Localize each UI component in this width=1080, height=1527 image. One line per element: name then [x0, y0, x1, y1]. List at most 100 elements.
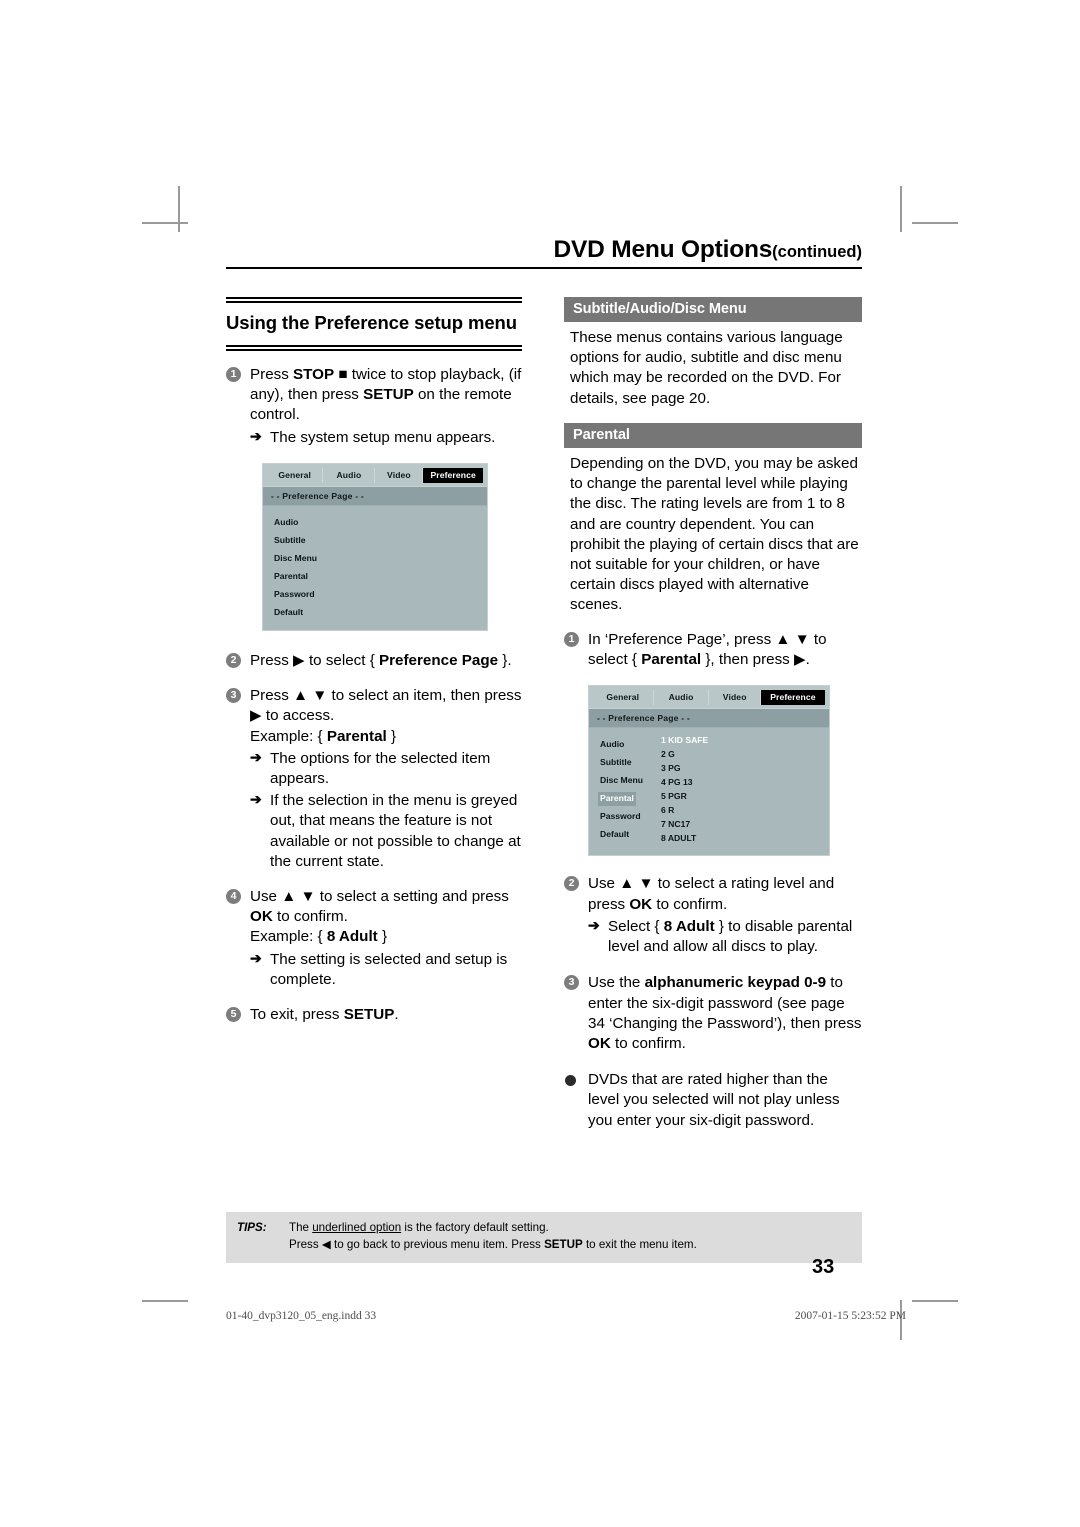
emphasis-text: OK [250, 908, 273, 926]
osd-tab-audio[interactable]: Audio [323, 467, 376, 483]
step-result-line: ➔ The system setup menu appears. [250, 428, 522, 448]
osd-menu-screenshot-preference-page: General Audio Video Preference - - Preferenc… [262, 462, 488, 631]
osd-item-parental[interactable]: Parental [598, 792, 636, 806]
osd-item-row: Parental [272, 566, 319, 584]
osd-rating-value[interactable]: 8 ADULT [661, 832, 708, 846]
osd-rating-value[interactable]: 1 KID SAFE [661, 734, 708, 748]
right-steps-list: 1 In ‘Preference Page’, press ▲ ▼ to sele… [564, 630, 862, 1147]
osd-tab-bar: General Audio Video Preference [263, 463, 487, 486]
osd-tab-preference[interactable]: Preference [423, 467, 483, 483]
body-text: DVDs that are rated higher than the leve… [588, 1071, 840, 1129]
footer-timestamp: 2007-01-15 5:23:52 PM [794, 1310, 906, 1322]
tips-line1-post: is the factory default setting. [401, 1221, 549, 1234]
osd-item-audio[interactable]: Audio [598, 738, 626, 752]
instruction-step: 1 In ‘Preference Page’, press ▲ ▼ to sele… [564, 630, 862, 670]
osd-item-subtitle[interactable]: Subtitle [598, 756, 634, 770]
body-text: Press ▶ to select { [250, 651, 380, 669]
osd-menu-screenshot-parental-ratings: General Audio Video Preference - - Preferenc… [588, 685, 830, 857]
osd-tab-video[interactable]: Video [709, 690, 761, 706]
osd-item-subtitle[interactable]: Subtitle [272, 534, 308, 548]
osd-item-list: Audio Subtitle Disc Menu Parental Password De… [589, 728, 829, 845]
emphasis-text: Parental [326, 727, 387, 745]
step-result-text: The options for the selected item appear… [270, 749, 491, 787]
emphasis-text: SETUP [363, 386, 414, 404]
osd-rating-value[interactable]: 3 PG [661, 762, 708, 776]
osd-tab-audio[interactable]: Audio [654, 690, 710, 706]
step-text: Press ▶ to select { Preference Page }. [250, 651, 522, 671]
step-result-line: ➔ The setting is selected and setup is co… [250, 950, 522, 990]
emphasis-text: OK [588, 1034, 611, 1052]
tips-line1-pre: The [289, 1221, 313, 1234]
emphasis-text: 8 Adult [663, 917, 715, 935]
osd-page-bar: - - Preference Page - - [589, 708, 829, 729]
osd-tab-video[interactable]: Video [375, 467, 424, 483]
osd-item-row: Disc Menu [272, 548, 319, 566]
page-number: 33 [812, 1256, 835, 1278]
section-header-bar: Parental [564, 422, 862, 448]
emphasis-text: 8 Adult [326, 928, 378, 946]
osd-item-row: Parental [598, 788, 645, 806]
osd-tab-preference[interactable]: Preference [760, 690, 825, 706]
tips-line-2: Press ◀ to go back to previous menu item… [289, 1237, 697, 1254]
osd-item-default[interactable]: Default [598, 828, 631, 842]
step-result-text: The setting is selected and setup is com… [270, 950, 508, 988]
body-text: }. [498, 651, 512, 669]
osd-item-row: Subtitle [598, 752, 645, 770]
osd-rating-value[interactable]: 4 PG 13 [661, 776, 708, 790]
osd-item-audio[interactable]: Audio [272, 516, 300, 530]
osd-item-row: Password [598, 806, 645, 824]
osd-item-password[interactable]: Password [272, 588, 317, 602]
arrow-right-icon: ➔ [250, 748, 262, 765]
arrow-right-icon: ➔ [588, 916, 600, 933]
instruction-step: 2 Press ▶ to select { Preference Page }. [226, 651, 522, 671]
tips-line1-underlined: underlined option [312, 1221, 402, 1234]
tips-box: TIPS: The underlined option is the facto… [226, 1212, 862, 1263]
step-number-badge: 3 [226, 688, 241, 704]
arrow-right-icon: ➔ [250, 427, 262, 444]
step-text: Use ▲ ▼ to select a setting and press OK… [250, 887, 522, 948]
crop-mark-top-right-vertical [900, 186, 902, 232]
step-result-line: ➔ Select { 8 Adult } to disable parental … [588, 917, 862, 957]
body-text: Example: { [250, 727, 327, 745]
osd-bottom-padding [589, 845, 829, 855]
step-text: Press ▲ ▼ to select an item, then press … [250, 686, 522, 747]
crop-mark-top-left-vertical [178, 186, 180, 232]
osd-rating-value[interactable]: 7 NC17 [661, 818, 708, 832]
step-number-badge: 2 [564, 876, 579, 892]
two-column-layout: Using the Preference setup menu 1 Press S… [226, 297, 862, 1147]
body-text: . [394, 1006, 399, 1024]
body-text: } [386, 727, 397, 745]
osd-item-disc-menu[interactable]: Disc Menu [272, 552, 319, 566]
step-number-badge: 3 [564, 975, 579, 991]
page-title: DVD Menu Options [553, 236, 773, 263]
step-result-text: The system setup menu appears. [270, 428, 496, 446]
osd-tab-general[interactable]: General [593, 690, 654, 706]
step-text: DVDs that are rated higher than the leve… [588, 1070, 862, 1131]
osd-rating-value[interactable]: 2 G [661, 748, 708, 762]
osd-tab-general[interactable]: General [267, 467, 324, 483]
running-head-continued: (continued) [772, 243, 862, 261]
right-sections-list: Subtitle/Audio/Disc Menu These menus cont… [564, 297, 862, 616]
left-column: Using the Preference setup menu 1 Press S… [226, 297, 522, 1040]
osd-item-password[interactable]: Password [598, 810, 643, 824]
emphasis-text: Preference Page [379, 651, 499, 669]
crop-mark-bottom-left-horizontal [142, 1300, 188, 1302]
osd-item-row: Default [272, 602, 319, 620]
step-result-line: ➔ If the selection in the menu is greyed … [250, 791, 522, 872]
emphasis-text: OK [629, 895, 653, 913]
step-text: To exit, press SETUP. [250, 1005, 522, 1025]
emphasis-text: alphanumeric keypad 0-9 [644, 974, 827, 992]
step-number-badge: 5 [226, 1007, 241, 1023]
osd-item-list: Audio Subtitle Disc Menu Parental Password De… [263, 506, 487, 620]
osd-item-parental[interactable]: Parental [272, 570, 310, 584]
osd-tab-bar: General Audio Video Preference [589, 686, 829, 709]
osd-item-default[interactable]: Default [272, 606, 305, 620]
osd-item-disc-menu[interactable]: Disc Menu [598, 774, 645, 788]
instruction-step: 1 Press STOP ■ twice to stop playback, (i… [226, 365, 522, 448]
osd-rating-value[interactable]: 5 PGR [661, 790, 708, 804]
osd-rating-value[interactable]: 6 R [661, 804, 708, 818]
